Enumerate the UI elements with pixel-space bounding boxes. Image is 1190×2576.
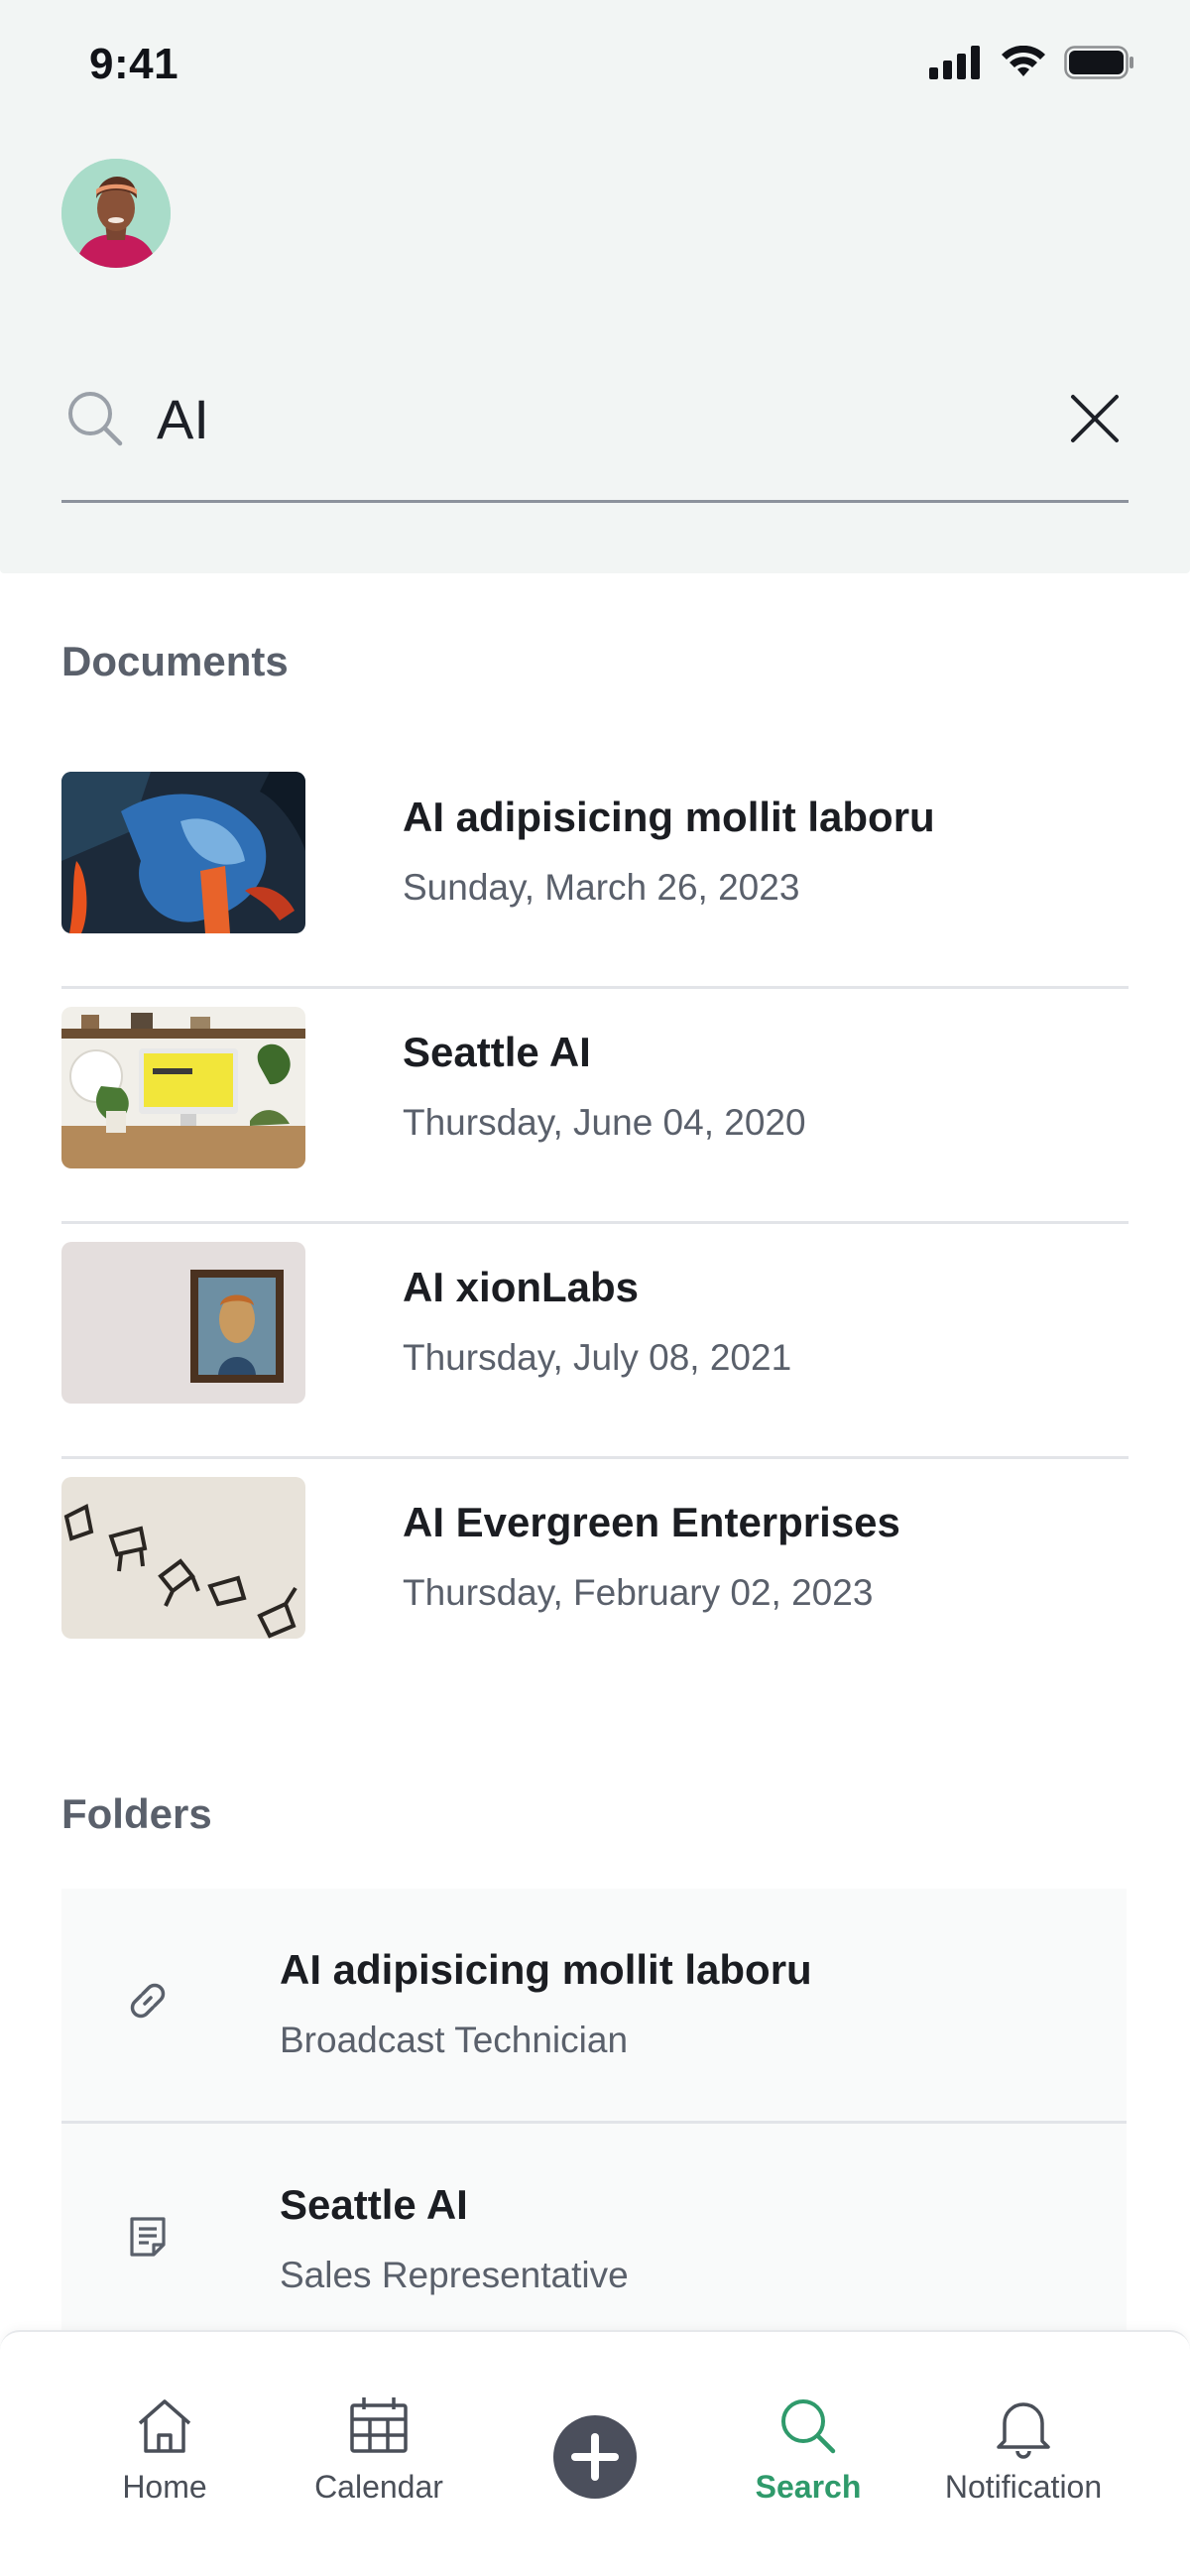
nav-notification[interactable]: Notification (916, 2332, 1130, 2530)
document-date: Thursday, February 02, 2023 (403, 1572, 874, 1613)
document-thumbnail (61, 1007, 305, 1168)
home-icon (138, 2399, 191, 2453)
calendar-icon (350, 2397, 408, 2453)
folder-item[interactable]: AI adipisicing mollit laboru Broadcast T… (61, 1889, 1127, 2124)
nav-search[interactable]: Search (701, 2332, 915, 2530)
document-date: Thursday, July 08, 2021 (403, 1337, 792, 1378)
add-button[interactable] (553, 2415, 637, 2499)
status-bar: 9:41 (0, 0, 1190, 129)
folders-heading: Folders (61, 1790, 212, 1837)
avatar-image (61, 159, 171, 268)
folder-item[interactable]: Seattle AI Sales Representative (61, 2124, 1127, 2359)
nav-calendar[interactable]: Calendar (272, 2332, 486, 2530)
nav-label: Notification (944, 2469, 1103, 2505)
folder-title: Seattle AI (280, 2181, 468, 2228)
nav-label: Search (755, 2469, 862, 2505)
status-icons (929, 46, 1135, 79)
battery-icon (1064, 46, 1133, 79)
folder-subtitle: Sales Representative (280, 2255, 629, 2295)
plus-icon (571, 2433, 619, 2481)
bell-icon (997, 2402, 1050, 2459)
header: 9:41 (0, 0, 1190, 573)
document-thumbnail (61, 1242, 305, 1404)
document-date: Thursday, June 04, 2020 (403, 1102, 806, 1143)
wifi-icon (1002, 46, 1045, 76)
document-title: AI Evergreen Enterprises (403, 1499, 900, 1545)
link-icon (130, 1983, 166, 2019)
search-input[interactable] (157, 381, 950, 456)
folder-subtitle: Broadcast Technician (280, 2020, 629, 2060)
cellular-signal-icon (929, 46, 980, 79)
search-icon (68, 392, 123, 446)
document-item[interactable]: Seattle AI Thursday, June 04, 2020 (61, 989, 1129, 1224)
document-title: Seattle AI (403, 1029, 591, 1075)
close-icon[interactable] (1069, 393, 1121, 444)
status-time: 9:41 (89, 40, 179, 88)
document-title: AI xionLabs (403, 1264, 640, 1310)
bottom-nav: Home Calendar Search Notification (0, 2330, 1190, 2576)
documents-list: AI adipisicing mollit laboru Sunday, Mar… (61, 754, 1129, 1694)
avatar[interactable] (61, 159, 171, 268)
nav-home[interactable]: Home (58, 2332, 272, 2530)
search-underline (61, 500, 1129, 503)
document-date: Sunday, March 26, 2023 (403, 867, 800, 908)
document-icon (130, 2217, 166, 2257)
document-item[interactable]: AI Evergreen Enterprises Thursday, Febru… (61, 1459, 1129, 1694)
document-title: AI adipisicing mollit laboru (403, 794, 935, 840)
document-thumbnail (61, 772, 305, 933)
folder-title: AI adipisicing mollit laboru (280, 1946, 812, 1993)
search-bar (61, 367, 1129, 503)
document-item[interactable]: AI xionLabs Thursday, July 08, 2021 (61, 1224, 1129, 1459)
search-icon (781, 2399, 836, 2454)
search-screen: 9:41 AI Documents AI adipisicing mollit … (0, 0, 1190, 2576)
documents-heading: Documents (61, 638, 289, 684)
nav-label: Calendar (314, 2469, 443, 2505)
nav-label: Home (122, 2469, 207, 2505)
folders-list: AI adipisicing mollit laboru Broadcast T… (61, 1889, 1127, 2359)
document-item[interactable]: AI adipisicing mollit laboru Sunday, Mar… (61, 754, 1129, 989)
document-thumbnail (61, 1477, 305, 1639)
